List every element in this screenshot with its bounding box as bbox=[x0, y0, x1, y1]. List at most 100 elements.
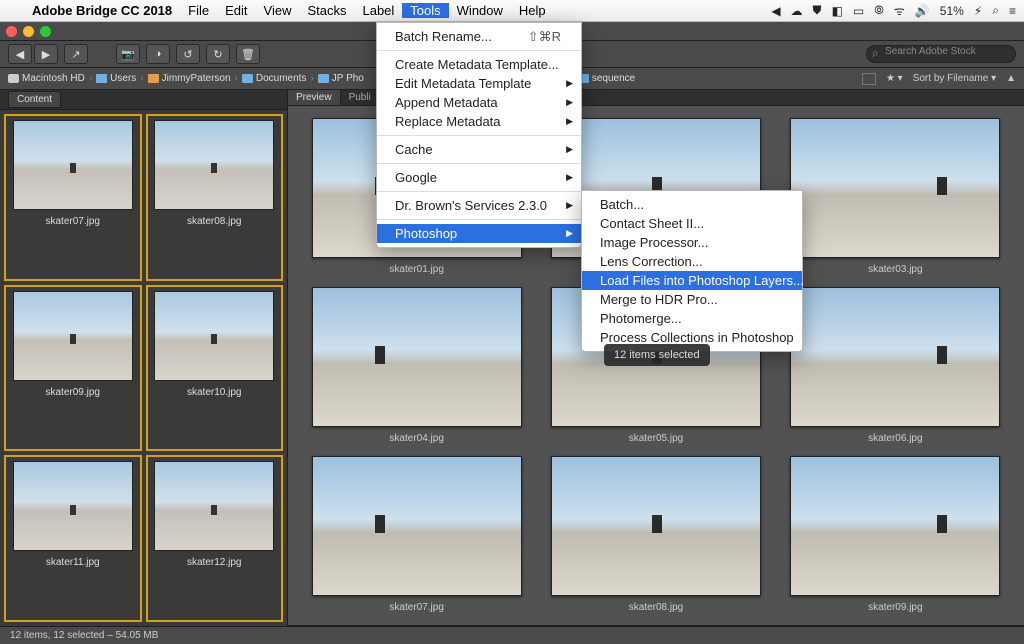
thumbnail-image bbox=[312, 456, 522, 596]
menu-window[interactable]: Window bbox=[449, 3, 511, 18]
thumbnail-image bbox=[790, 118, 1000, 258]
folder-icon bbox=[242, 74, 253, 83]
menu-view[interactable]: View bbox=[256, 3, 300, 18]
trash-button[interactable]: 🗑 bbox=[236, 44, 260, 64]
menuitem-lens-correction[interactable]: Lens Correction... bbox=[582, 252, 802, 271]
rotate-cw-button[interactable]: ↻ bbox=[206, 44, 230, 64]
grid-thumb[interactable]: skater07.jpg bbox=[306, 456, 527, 613]
menuitem-load-files-into-layers[interactable]: Load Files into Photoshop Layers... bbox=[582, 271, 802, 290]
battery-icon[interactable]: ⚡︎ bbox=[974, 4, 982, 18]
thumbnail-image bbox=[13, 461, 133, 551]
menuitem-google[interactable]: Google bbox=[377, 168, 581, 187]
thumbnail-caption: skater11.jpg bbox=[46, 557, 100, 568]
thumbnail-caption: skater06.jpg bbox=[868, 433, 922, 444]
mac-menubar: Adobe Bridge CC 2018 File Edit View Stac… bbox=[0, 0, 1024, 22]
crumb-macintosh-hd[interactable]: Macintosh HD bbox=[8, 73, 85, 84]
content-thumb[interactable]: skater11.jpg bbox=[4, 455, 142, 622]
crumb-users[interactable]: Users bbox=[96, 73, 136, 84]
crumb-jimmypaterson[interactable]: JimmyPaterson bbox=[148, 73, 231, 84]
content-thumb[interactable]: skater10.jpg bbox=[146, 285, 284, 452]
reveal-button[interactable]: ↗ bbox=[64, 44, 88, 64]
menu-help[interactable]: Help bbox=[511, 3, 554, 18]
grid-thumb[interactable]: skater08.jpg bbox=[545, 456, 766, 613]
crumb-documents[interactable]: Documents bbox=[242, 73, 307, 84]
menu-tools[interactable]: Tools bbox=[402, 3, 448, 18]
sort-dropdown[interactable]: Sort by Filename ▾ bbox=[913, 73, 996, 84]
thumbnail-caption: skater04.jpg bbox=[389, 433, 443, 444]
display-icon[interactable]: ▭ bbox=[853, 4, 864, 18]
menu-file[interactable]: File bbox=[180, 3, 217, 18]
thumbnail-caption: skater09.jpg bbox=[868, 602, 922, 613]
menuitem-batch-rename[interactable]: Batch Rename...⇧⌘R bbox=[377, 27, 581, 46]
content-thumb[interactable]: skater09.jpg bbox=[4, 285, 142, 452]
crumb-jp-pho[interactable]: JP Pho bbox=[318, 73, 364, 84]
thumbnail-caption: skater03.jpg bbox=[868, 264, 922, 275]
system-tray: ◀ ☁ ⛊ ◧ ▭ ⦾ ᯤ 🔊 51% ⚡︎ ⌕ ≡ bbox=[771, 2, 1016, 19]
thumbnail-image bbox=[13, 120, 133, 210]
volume-icon[interactable]: 🔊 bbox=[915, 4, 930, 18]
thumbnail-image bbox=[154, 291, 274, 381]
folder-icon bbox=[96, 74, 107, 83]
grid-thumb[interactable]: skater06.jpg bbox=[785, 287, 1006, 444]
tab-publish[interactable]: Publi bbox=[341, 90, 380, 105]
menuitem-photoshop[interactable]: Photoshop bbox=[377, 224, 581, 243]
grid-thumb[interactable]: skater03.jpg bbox=[785, 118, 1006, 275]
thumbnail-caption: skater08.jpg bbox=[629, 602, 683, 613]
forward-button[interactable]: ▶ bbox=[34, 44, 58, 64]
location-icon[interactable]: ◀ bbox=[771, 4, 780, 18]
menu-stacks[interactable]: Stacks bbox=[299, 3, 354, 18]
menuitem-dr-browns-services[interactable]: Dr. Brown's Services 2.3.0 bbox=[377, 196, 581, 215]
disk-icon bbox=[8, 74, 19, 83]
menu-label[interactable]: Label bbox=[354, 3, 402, 18]
airdrop-icon[interactable]: ᯤ bbox=[894, 2, 905, 19]
menu-edit[interactable]: Edit bbox=[217, 3, 255, 18]
menuitem-edit-metadata-template[interactable]: Edit Metadata Template bbox=[377, 74, 581, 93]
content-tab[interactable]: Content bbox=[0, 90, 287, 110]
grid-thumb[interactable]: skater04.jpg bbox=[306, 287, 527, 444]
zoom-button[interactable] bbox=[40, 26, 51, 37]
back-button[interactable]: ◀ bbox=[8, 44, 32, 64]
star-filter-button[interactable]: ★ ▾ bbox=[886, 73, 903, 84]
thumbnail-image bbox=[790, 456, 1000, 596]
menuitem-batch[interactable]: Batch... bbox=[582, 195, 802, 214]
dropbox-icon[interactable]: ◧ bbox=[832, 4, 843, 18]
view-grid-button[interactable] bbox=[862, 73, 876, 85]
notification-icon[interactable]: ≡ bbox=[1009, 4, 1016, 18]
menuitem-photomerge[interactable]: Photomerge... bbox=[582, 309, 802, 328]
spotlight-icon[interactable]: ⌕ bbox=[992, 3, 999, 18]
thumbnail-image bbox=[551, 456, 761, 596]
refine-button[interactable]: ◑ bbox=[146, 44, 170, 64]
menuitem-image-processor[interactable]: Image Processor... bbox=[582, 233, 802, 252]
content-thumb[interactable]: skater07.jpg bbox=[4, 114, 142, 281]
thumbnail-caption: skater01.jpg bbox=[389, 264, 443, 275]
crumb-sequence[interactable]: sequence bbox=[578, 73, 635, 84]
thumbnail-caption: skater07.jpg bbox=[389, 602, 443, 613]
shield-icon[interactable]: ⛊ bbox=[813, 3, 822, 18]
rotate-ccw-button[interactable]: ↺ bbox=[176, 44, 200, 64]
status-bar: 12 items, 12 selected – 54.05 MB bbox=[0, 626, 1024, 644]
battery-percent[interactable]: 51% bbox=[940, 4, 964, 18]
thumbnail-image bbox=[790, 287, 1000, 427]
close-button[interactable] bbox=[6, 26, 17, 37]
wifi-icon[interactable]: ⦾ bbox=[874, 3, 884, 18]
minimize-button[interactable] bbox=[23, 26, 34, 37]
thumbnail-caption: skater08.jpg bbox=[187, 216, 241, 227]
search-input[interactable]: Search Adobe Stock bbox=[866, 45, 1016, 63]
tab-preview[interactable]: Preview bbox=[288, 90, 341, 105]
menuitem-cache[interactable]: Cache bbox=[377, 140, 581, 159]
sort-ascending-button[interactable]: ▲ bbox=[1006, 73, 1016, 84]
content-thumb[interactable]: skater12.jpg bbox=[146, 455, 284, 622]
grid-thumb[interactable]: skater09.jpg bbox=[785, 456, 1006, 613]
thumbnail-image bbox=[154, 120, 274, 210]
menuitem-replace-metadata[interactable]: Replace Metadata bbox=[377, 112, 581, 131]
menuitem-append-metadata[interactable]: Append Metadata bbox=[377, 93, 581, 112]
menuitem-create-metadata-template[interactable]: Create Metadata Template... bbox=[377, 55, 581, 74]
camera-button[interactable]: 📷 bbox=[116, 44, 140, 64]
cloud-icon[interactable]: ☁ bbox=[791, 4, 803, 18]
content-thumb[interactable]: skater08.jpg bbox=[146, 114, 284, 281]
app-name[interactable]: Adobe Bridge CC 2018 bbox=[24, 3, 180, 18]
thumbnail-caption: skater05.jpg bbox=[629, 433, 683, 444]
menuitem-merge-to-hdr[interactable]: Merge to HDR Pro... bbox=[582, 290, 802, 309]
thumbnail-image bbox=[312, 287, 522, 427]
menuitem-contact-sheet[interactable]: Contact Sheet II... bbox=[582, 214, 802, 233]
